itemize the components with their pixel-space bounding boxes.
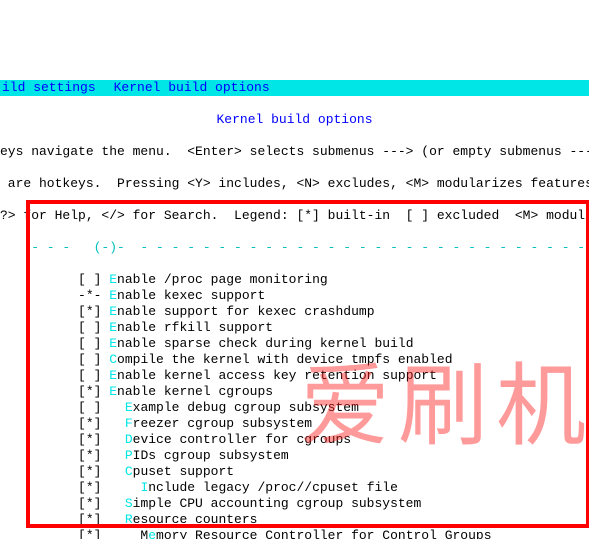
help-text-1: are hotkeys. Pressing <Y> includes, <N> … [0,176,589,192]
page-title: Kernel build options [0,112,589,128]
tab-build-settings[interactable]: ild settings [2,80,96,95]
option-row[interactable]: [*] PIDs cgroup subsystem [0,448,589,464]
option-row[interactable]: [*] Enable kernel cgroups [0,384,589,400]
option-row[interactable]: [ ] Enable /proc page monitoring [0,272,589,288]
option-row[interactable]: [*] Resource counters [0,512,589,528]
help-text-0: eys navigate the menu. <Enter> selects s… [0,144,589,160]
option-row[interactable]: [*] Memory Resource Controller for Contr… [0,528,589,539]
option-row[interactable]: [*] Freezer cgroup subsystem [0,416,589,432]
option-row[interactable]: [ ] Compile the kernel with device tmpfs… [0,352,589,368]
option-row[interactable]: [*] Simple CPU accounting cgroup subsyst… [0,496,589,512]
tab-kernel-build-options[interactable]: Kernel build options [114,80,270,95]
tab-bar: ild settings Kernel build options [0,80,589,96]
option-list[interactable]: [ ] Enable /proc page monitoring -*- Ena… [0,272,589,539]
option-row[interactable]: [*] Enable support for kexec crashdump [0,304,589,320]
option-row[interactable]: [ ] Enable kernel access key retention s… [0,368,589,384]
scroll-marker: - - - (-)- - - - - - - - - - - - - - - -… [0,240,589,256]
option-row[interactable]: [*] Include legacy /proc//cpuset file [0,480,589,496]
option-row[interactable]: [*] Cpuset support [0,464,589,480]
option-row[interactable]: [*] Device controller for cgroups [0,432,589,448]
option-row[interactable]: [ ] Enable rfkill support [0,320,589,336]
option-row[interactable]: [ ] Example debug cgroup subsystem [0,400,589,416]
option-row[interactable]: [ ] Enable sparse check during kernel bu… [0,336,589,352]
help-text-2: ?> for Help, </> for Search. Legend: [*]… [0,208,589,224]
option-row[interactable]: -*- Enable kexec support [0,288,589,304]
